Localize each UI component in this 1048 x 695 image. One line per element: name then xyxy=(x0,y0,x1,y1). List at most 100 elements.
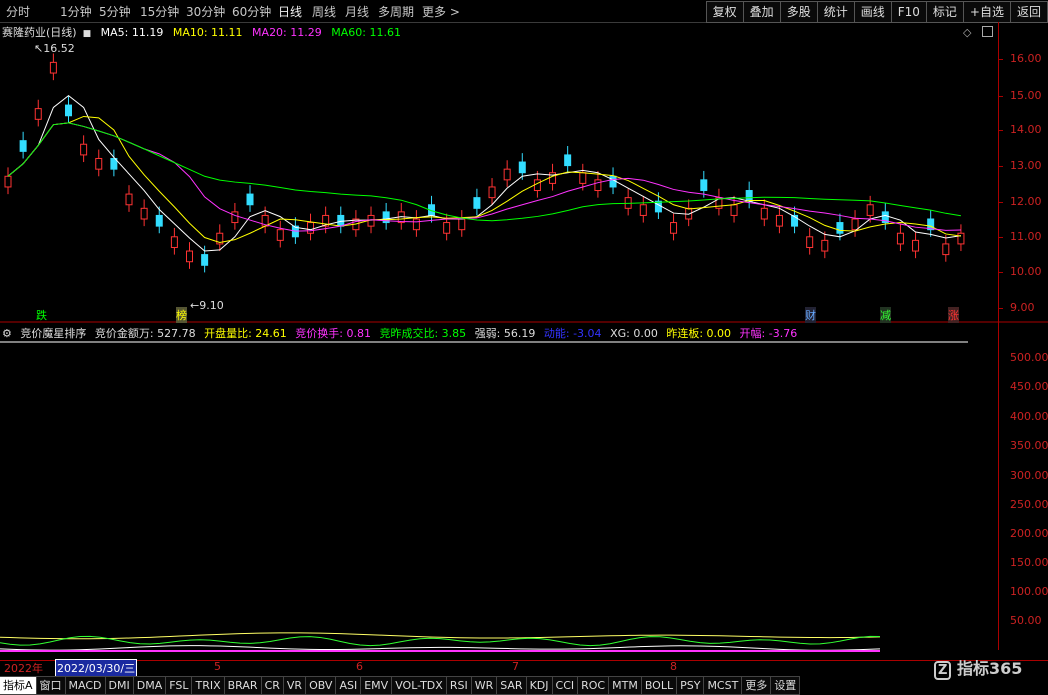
candle-body xyxy=(564,154,572,167)
vol-ratio-label: 竞昨成交比: 3.85 xyxy=(379,327,467,340)
ma60-line xyxy=(7,122,962,222)
indicator-tab-mcst[interactable]: MCST xyxy=(704,676,743,695)
indicator-tab-roc[interactable]: ROC xyxy=(578,676,610,695)
candle-body xyxy=(155,214,163,227)
candle-body xyxy=(458,218,466,231)
candle-body xyxy=(836,222,844,234)
candle-body xyxy=(412,218,420,231)
amount-label: 竞价金额万: 527.78 xyxy=(94,327,196,340)
turnover-label: 竞价换手: 0.81 xyxy=(295,327,371,340)
candle-body xyxy=(775,214,783,227)
candle-body xyxy=(186,250,194,263)
indicator-tab-macd[interactable]: MACD xyxy=(65,676,106,695)
price-chart[interactable] xyxy=(0,0,1048,694)
candle-body xyxy=(896,232,904,245)
indicator-tab-[interactable]: 更多 xyxy=(742,676,772,695)
year-label: 2022年 xyxy=(4,662,43,675)
marker-die[interactable]: 跌 xyxy=(36,307,47,323)
ma10-line xyxy=(7,115,962,244)
indicator-tab-mtm[interactable]: MTM xyxy=(609,676,642,695)
candle-body xyxy=(125,193,133,206)
candle-body xyxy=(639,204,647,216)
open-ratio-line xyxy=(0,632,881,640)
indicator-name: 竞价魔星排序 xyxy=(20,327,87,340)
candle-body xyxy=(609,175,617,188)
current-date-label: 2022/03/30/三 xyxy=(55,659,138,677)
candle-body xyxy=(503,168,511,181)
indicator-tab-bar: 指标A 窗口 MACD DMI DMA FSL TRIX BRAR CR VR OBV ASI EMV V… xyxy=(0,676,1048,695)
candle-body xyxy=(700,179,708,192)
candle-body xyxy=(4,175,12,188)
indicator-tab-dma[interactable]: DMA xyxy=(133,676,167,695)
indicator-tab-obv[interactable]: OBV xyxy=(306,676,337,695)
candle-body xyxy=(654,200,662,213)
indicator-tab-brar[interactable]: BRAR xyxy=(224,676,262,695)
settings-icon[interactable]: ⚙ xyxy=(2,327,12,340)
strength-label: 强弱: 56.19 xyxy=(474,327,536,340)
low-price-label: ←9.10 xyxy=(190,299,224,312)
indicator-tab-cr[interactable]: CR xyxy=(261,676,284,695)
ma20-line xyxy=(7,122,961,232)
date-axis xyxy=(0,660,1048,677)
ma5-line xyxy=(7,94,962,252)
indicator-tab-psy[interactable]: PSY xyxy=(677,676,705,695)
candle-body xyxy=(49,61,57,74)
strength-line xyxy=(0,645,881,651)
indicator-tab--1[interactable]: 窗口 xyxy=(36,676,66,695)
indicator-tab-vr[interactable]: VR xyxy=(283,676,307,695)
candle-body xyxy=(912,239,920,252)
candle-body xyxy=(80,143,88,156)
candle-body xyxy=(806,236,814,248)
candle-body xyxy=(488,186,496,199)
candle-body xyxy=(942,243,950,256)
lianban-label: 昨连板: 0.00 xyxy=(666,327,732,340)
open-pct-label: 开幅: -3.76 xyxy=(739,327,798,340)
candle-body xyxy=(957,232,965,245)
indicator-legend: ⚙ 竞价魔星排序 竞价金额万: 527.78 开盘量比: 24.61 竞价换手:… xyxy=(2,325,802,341)
candle-body xyxy=(19,140,27,152)
month-6-label: 6 xyxy=(356,660,363,673)
indicator-tab-boll[interactable]: BOLL xyxy=(641,676,678,695)
candle-body xyxy=(231,211,239,224)
candle-body xyxy=(140,207,148,220)
indicator-tab-cci[interactable]: CCI xyxy=(552,676,579,695)
indicator-tab-asi[interactable]: ASI xyxy=(336,676,362,695)
candle-body xyxy=(745,190,753,202)
indicator-tab-[interactable]: 设置 xyxy=(771,676,801,695)
indicator-tab-sar[interactable]: SAR xyxy=(497,676,527,695)
month-5-label: 5 xyxy=(214,660,221,673)
candle-body xyxy=(518,161,526,174)
candle-body xyxy=(307,222,315,234)
month-7-label: 7 xyxy=(512,660,519,673)
candle-body xyxy=(579,172,587,184)
indicator-tab-a-0[interactable]: 指标A xyxy=(0,676,37,695)
marker-bang[interactable]: 榜 xyxy=(176,307,187,323)
indicator-tab-kdj[interactable]: KDJ xyxy=(526,676,553,695)
candle-body xyxy=(65,104,73,117)
indicator-tab-fsl[interactable]: FSL xyxy=(166,676,193,695)
candle-body xyxy=(246,193,254,206)
indicator-tab-trix[interactable]: TRIX xyxy=(192,676,225,695)
candle-body xyxy=(730,204,738,216)
candle-body xyxy=(670,222,678,234)
marker-cai[interactable]: 财 xyxy=(805,307,816,323)
marker-zhang[interactable]: 涨 xyxy=(948,307,959,323)
candle-body xyxy=(95,157,103,170)
kinetic-label: 动能: -3.04 xyxy=(543,327,602,340)
marker-jian[interactable]: 减 xyxy=(880,307,891,323)
candle-body xyxy=(473,197,481,209)
candle-body xyxy=(443,222,451,234)
indicator-tab-rsi[interactable]: RSI xyxy=(446,676,472,695)
indicator-tab-wr[interactable]: WR xyxy=(471,676,498,695)
indicator-tab-dmi[interactable]: DMI xyxy=(105,676,134,695)
indicator-tab-emv[interactable]: EMV xyxy=(361,676,393,695)
xg-label: XG: 0.00 xyxy=(610,327,658,340)
high-price-label: ↖16.52 xyxy=(34,42,75,55)
candle-body xyxy=(201,254,209,266)
candle-body xyxy=(866,204,874,216)
indicator-tab-voltdx[interactable]: VOL-TDX xyxy=(392,676,447,695)
candle-body xyxy=(851,218,859,231)
candle-body xyxy=(170,236,178,248)
candle-body xyxy=(533,179,541,192)
candle-body xyxy=(34,108,42,120)
